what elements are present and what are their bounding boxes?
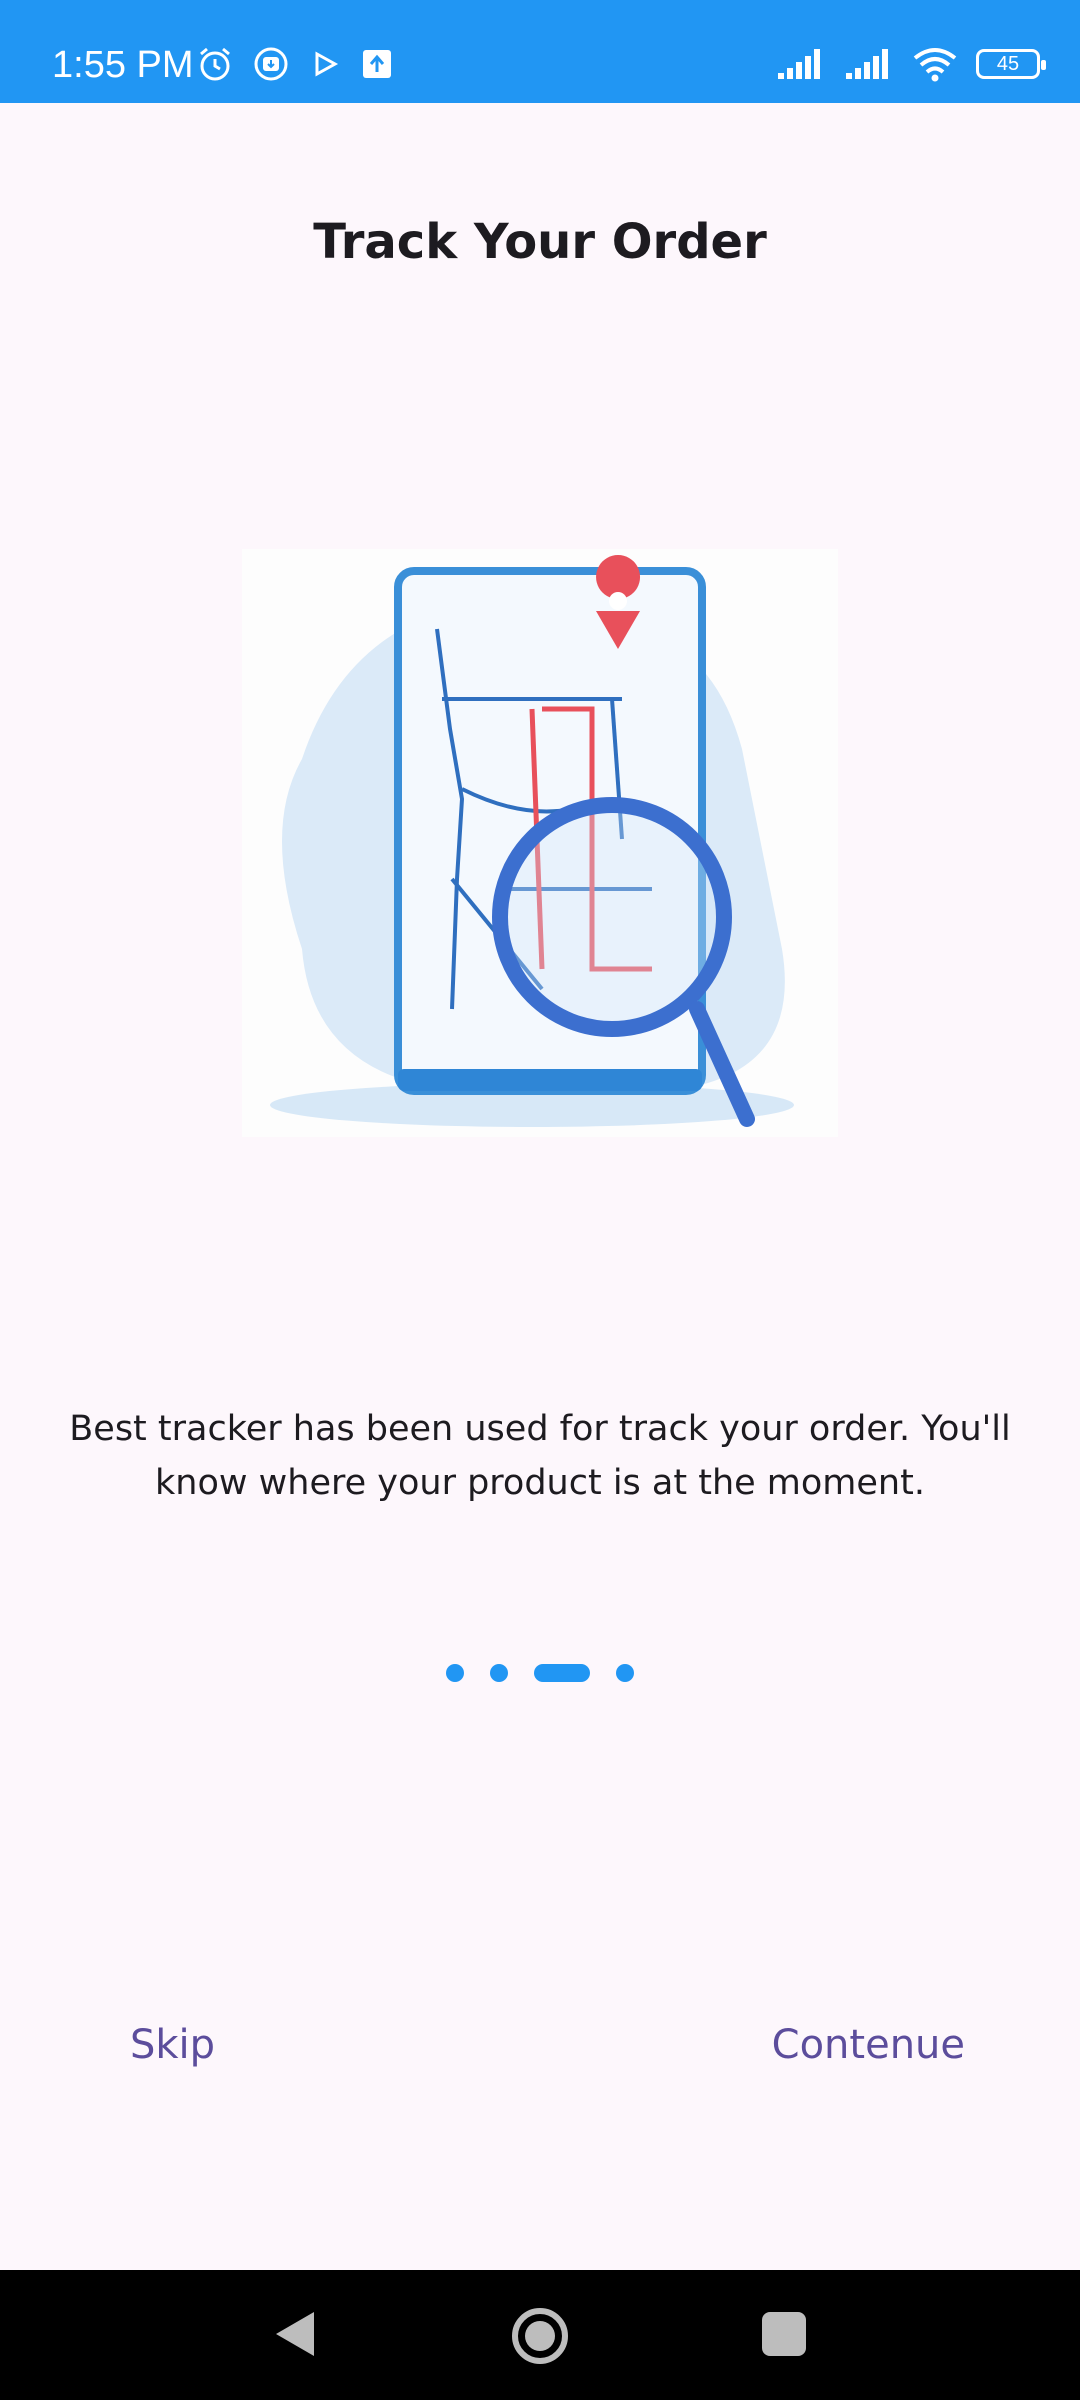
page-dot[interactable] (616, 1664, 634, 1682)
page-indicator (0, 1664, 1080, 1682)
onboarding-description: Best tracker has been used for track you… (69, 1409, 1011, 1503)
status-bar: 1:55 PM 45 (0, 0, 1080, 103)
download-badge-icon (254, 47, 288, 81)
system-icons: 45 (776, 44, 1046, 84)
signal-icon (846, 49, 888, 79)
onboarding-illustration (242, 549, 838, 1137)
signal-icon (778, 49, 820, 79)
recents-icon[interactable] (762, 2312, 806, 2356)
page-dot-active[interactable] (534, 1664, 590, 1682)
page-dot[interactable] (490, 1664, 508, 1682)
status-time: 1:55 PM (52, 44, 194, 86)
page-title: Track Your Order (313, 214, 767, 270)
battery-level: 45 (996, 52, 1020, 75)
back-icon[interactable] (270, 2306, 320, 2362)
upload-icon (363, 50, 391, 78)
notification-icons (196, 44, 394, 84)
wifi-icon (913, 48, 957, 82)
skip-button[interactable]: Skip (130, 2022, 215, 2068)
battery-icon: 45 (976, 49, 1046, 79)
map-phone-magnifier-illustration (270, 555, 794, 1127)
page-dot[interactable] (446, 1664, 464, 1682)
play-store-icon (315, 51, 339, 77)
home-icon[interactable] (510, 2306, 570, 2366)
alarm-icon (200, 47, 230, 81)
continue-button[interactable]: Contenue (772, 2022, 965, 2068)
